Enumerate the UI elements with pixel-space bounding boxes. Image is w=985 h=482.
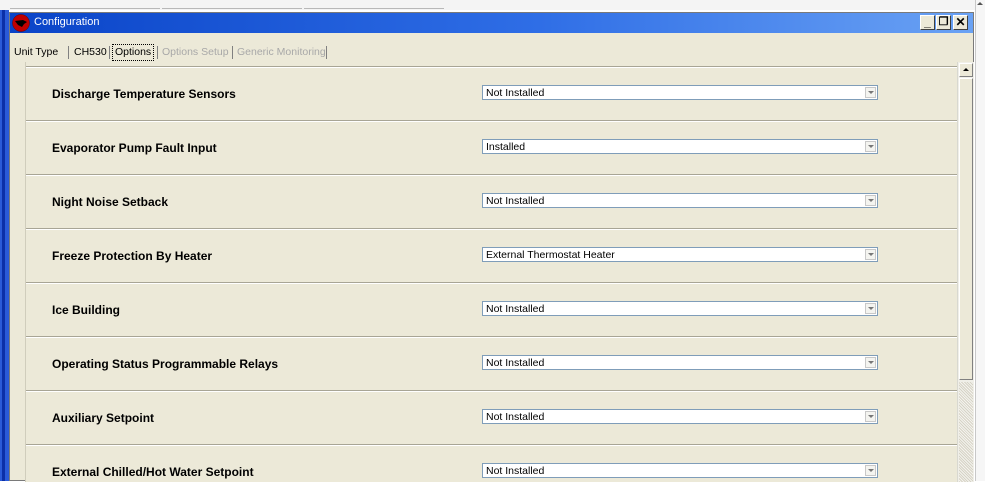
option-value: External Thermostat Heater (486, 249, 615, 261)
configuration-window: Configuration _ ❐ ✕ Unit Type CH530 Opti… (9, 12, 974, 482)
background-window-edge (0, 10, 9, 481)
option-select[interactable]: Not Installed (482, 193, 878, 208)
option-select[interactable]: Not Installed (482, 409, 878, 424)
chevron-down-icon[interactable] (865, 465, 876, 476)
tab-generic-monitoring[interactable]: Generic Monitoring (235, 45, 328, 60)
option-value: Not Installed (486, 303, 545, 315)
option-value: Not Installed (486, 357, 545, 369)
option-row: Auxiliary Setpoint Not Installed (26, 390, 957, 445)
option-value: Not Installed (486, 411, 545, 423)
option-value: Not Installed (486, 465, 545, 477)
option-row: Night Noise Setback Not Installed (26, 174, 957, 229)
option-label: Freeze Protection By Heater (52, 249, 213, 263)
option-select[interactable]: Not Installed (482, 85, 878, 100)
tab-unit-type[interactable]: Unit Type (12, 45, 60, 60)
tab-strip: Unit Type CH530 Options Options Setup Ge… (10, 44, 973, 61)
option-value: Not Installed (486, 195, 545, 207)
options-panel: Discharge Temperature Sensors Not Instal… (25, 62, 957, 482)
background-window-scrollbar (975, 0, 985, 481)
scroll-thumb[interactable] (959, 78, 973, 380)
tab-options-setup[interactable]: Options Setup (160, 45, 231, 60)
option-row: Operating Status Programmable Relays Not… (26, 336, 957, 391)
option-select[interactable]: Installed (482, 139, 878, 154)
app-logo-icon (12, 14, 30, 32)
option-label: Evaporator Pump Fault Input (52, 141, 217, 155)
option-row: Freeze Protection By Heater External The… (26, 228, 957, 283)
vertical-scrollbar[interactable] (957, 62, 974, 482)
background-window-segment (304, 0, 444, 9)
option-row: Evaporator Pump Fault Input Installed (26, 120, 957, 175)
option-label: External Chilled/Hot Water Setpoint (52, 465, 254, 479)
chevron-down-icon[interactable] (865, 141, 876, 152)
chevron-down-icon[interactable] (865, 195, 876, 206)
option-value: Installed (486, 141, 526, 153)
option-row: External Chilled/Hot Water Setpoint Not … (26, 444, 957, 482)
scroll-up-arrow-icon[interactable] (959, 63, 973, 77)
tab-ch530[interactable]: CH530 (72, 45, 109, 60)
close-button[interactable]: ✕ (953, 15, 968, 30)
option-select[interactable]: External Thermostat Heater (482, 247, 878, 262)
option-select[interactable]: Not Installed (482, 355, 878, 370)
minimize-button[interactable]: _ (920, 15, 935, 30)
option-label: Night Noise Setback (52, 195, 169, 209)
scroll-track[interactable] (959, 382, 973, 482)
background-window-segment (162, 0, 302, 9)
background-window-strip (0, 0, 985, 10)
chevron-down-icon[interactable] (865, 357, 876, 368)
scroll-up-arrow-icon (977, 2, 983, 5)
option-label: Operating Status Programmable Relays (52, 357, 279, 371)
option-label: Discharge Temperature Sensors (52, 87, 236, 101)
option-label: Auxiliary Setpoint (52, 411, 155, 425)
chevron-down-icon[interactable] (865, 303, 876, 314)
option-row: Discharge Temperature Sensors Not Instal… (26, 66, 957, 121)
window-title: Configuration (34, 16, 100, 28)
option-row: Ice Building Not Installed (26, 282, 957, 337)
chevron-down-icon[interactable] (865, 87, 876, 98)
chevron-down-icon[interactable] (865, 411, 876, 422)
option-select[interactable]: Not Installed (482, 301, 878, 316)
restore-button[interactable]: ❐ (936, 15, 951, 30)
tab-options[interactable]: Options (112, 44, 155, 61)
chevron-down-icon[interactable] (865, 249, 876, 260)
option-select[interactable]: Not Installed (482, 463, 878, 478)
title-bar[interactable]: Configuration _ ❐ ✕ (10, 13, 973, 33)
option-label: Ice Building (52, 303, 121, 317)
option-value: Not Installed (486, 87, 545, 99)
background-window-segment (10, 0, 160, 9)
